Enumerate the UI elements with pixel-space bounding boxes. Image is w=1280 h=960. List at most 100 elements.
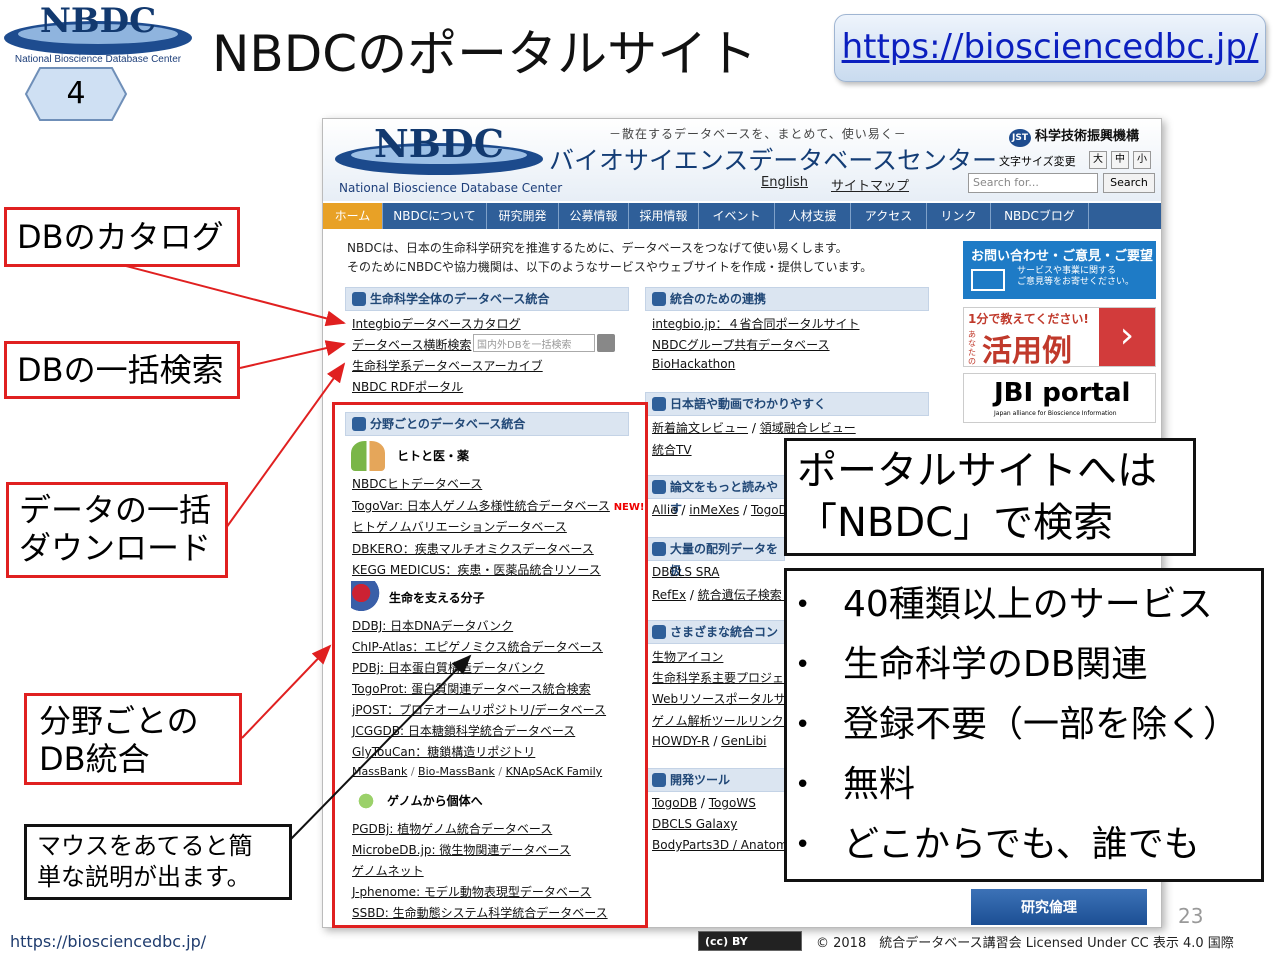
biohackathon-link[interactable]: BioHackathon — [652, 357, 735, 371]
site-search-input[interactable]: Search for... — [968, 173, 1098, 193]
site-header: NBDC National Bioscience Database Center… — [323, 119, 1161, 201]
field-review-link[interactable]: 領域融合レビュー — [760, 421, 856, 435]
page-number: 23 — [1178, 904, 1204, 928]
integbio-jp-link[interactable]: integbio.jp：４省合同ポータルサイト — [652, 315, 860, 332]
jbi-sub: Japan alliance for Bioscience Informatio… — [994, 410, 1117, 417]
link-icon — [652, 292, 666, 306]
nav-access[interactable]: アクセス — [851, 203, 927, 229]
section-collab-heading: 統合のための連携 — [645, 287, 929, 311]
intro-line: NBDCは、日本の生命科学研究を推進するために、データベースをつなげて使い易くし… — [347, 241, 848, 255]
togodb-link[interactable]: TogoDB — [652, 796, 697, 810]
slide-number: 4 — [66, 76, 86, 111]
papers-row: Allie / inMeXes / TogoDo — [652, 503, 796, 517]
english-link[interactable]: English — [761, 175, 808, 190]
sitemap-link[interactable]: サイトマップ — [831, 175, 909, 194]
archive-link[interactable]: 生命科学系データベースアーカイブ — [352, 357, 543, 374]
dbcls-sra-link[interactable]: DBCLS SRA — [652, 565, 719, 579]
site-logo-text: NBDC — [374, 121, 504, 166]
site-name: バイオサイエンスデータベースセンター — [549, 146, 998, 175]
inmexes-link[interactable]: inMeXes — [689, 503, 739, 517]
nav-events[interactable]: イベント — [699, 203, 775, 229]
monitor-icon — [652, 397, 666, 411]
integbio-catalog-link[interactable]: Integbioデータベースカタログ — [352, 315, 521, 332]
use-case-side: あなたの — [968, 330, 976, 366]
new-review-link[interactable]: 新着論文レビュー — [652, 421, 748, 435]
section-sequence-heading: 大量の配列データを扱 — [645, 537, 785, 578]
genome-tools-link[interactable]: ゲノム解析ツールリンク集 — [652, 712, 796, 729]
page-title: NBDCのポータルサイト — [212, 25, 758, 83]
cc-license-badge: (cc) BY — [698, 931, 802, 951]
logo-text: NBDC — [40, 1, 156, 41]
font-size-medium-button[interactable]: 中 — [1111, 151, 1129, 169]
research-ethics-banner[interactable]: 研究倫理 — [971, 889, 1147, 925]
font-size-label: 文字サイズ変更 — [999, 155, 1076, 168]
rdf-portal-link[interactable]: NBDC RDFポータル — [352, 378, 463, 395]
cube-icon — [652, 625, 666, 639]
refex-link[interactable]: RefEx — [652, 588, 686, 602]
bio-icon-link[interactable]: 生物アイコン — [652, 648, 723, 665]
nav-research[interactable]: 研究開発 — [487, 203, 559, 229]
section-papers-heading: 論文をもっと読みやす — [645, 475, 785, 516]
portal-url-link[interactable]: https://biosciencedbc.jp/ — [842, 27, 1259, 67]
slide-number-badge: 4 — [24, 66, 128, 122]
contact-sub: サービスや事業に関する ご意見等をお寄せください。 — [1017, 266, 1135, 287]
jbi-portal-banner[interactable]: JBI portal Japan alliance for Bioscience… — [963, 373, 1156, 423]
web-resource-link[interactable]: Webリソースポータルサイ — [652, 690, 798, 707]
magnifier-icon[interactable] — [597, 334, 615, 352]
contact-banner[interactable]: お問い合わせ・ご意見・ご要望 サービスや事業に関する ご意見等をお寄せください。 — [963, 241, 1156, 299]
nbdc-logo: NBDC National Bioscience Database Center — [0, 0, 200, 66]
refex-row: RefEx / 統合遺伝子検索 G — [652, 588, 795, 602]
jbi-title: JBI portal — [994, 378, 1131, 408]
feature-list-box: 40種類以上のサービス 生命科学のDB関連 登録不要（一部を除く） 無料 どこか… — [784, 568, 1264, 882]
togodb-row: TogoDB / TogoWS — [652, 796, 756, 810]
research-ethics-text: 研究倫理 — [1021, 900, 1077, 916]
footer-url[interactable]: https://biosciencedbc.jp/ — [10, 932, 206, 951]
intro-line: そのためにNBDCや協力機関は、以下のようなサービスやウェブサイトを作成・提供し… — [347, 260, 873, 274]
nav-links[interactable]: リンク — [927, 203, 991, 229]
tools-icon — [652, 773, 666, 787]
feature-list: 40種類以上のサービス 生命科学のDB関連 登録不要（一部を除く） 無料 どこか… — [787, 575, 1261, 875]
group-db-link[interactable]: NBDCグループ共有データベース — [652, 336, 830, 353]
dna-icon — [652, 542, 666, 556]
bodyparts-link[interactable]: BodyParts3D / Anatomo — [652, 838, 795, 852]
section-integration-heading: 生命科学全体のデータベース統合 — [345, 287, 629, 311]
url-banner[interactable]: https://biosciencedbc.jp/ — [834, 14, 1266, 82]
nav-hr[interactable]: 人材支援 — [775, 203, 851, 229]
allie-link[interactable]: Allie — [652, 503, 678, 517]
font-size-large-button[interactable]: 大 — [1089, 151, 1107, 169]
chevron-right-icon: › — [1099, 308, 1155, 366]
intro-text: NBDCは、日本の生命科学研究を推進するために、データベースをつなげて使い易くし… — [347, 239, 872, 277]
cross-search-link[interactable]: データベース横断検索 — [352, 336, 471, 353]
nav-calls[interactable]: 公募情報 — [559, 203, 629, 229]
feature-item: 無料 — [787, 755, 1261, 815]
feature-item: 登録不要（一部を除く） — [787, 695, 1261, 755]
use-case-banner[interactable]: 1分で教えてください! あなたの 活用例 › — [963, 307, 1156, 369]
feature-item: 生命科学のDB関連 — [787, 635, 1261, 695]
nav-home[interactable]: ホーム — [323, 203, 383, 229]
portal-search-note: ポータルサイトへは 「NBDC」で検索 — [784, 438, 1196, 556]
label-field-integration: 分野ごとの DB統合 — [24, 693, 242, 785]
section-easy-heading: 日本語や動画でわかりやすく — [645, 392, 929, 416]
togows-link[interactable]: TogoWS — [709, 796, 756, 810]
jst-name: 科学技術振興機構 — [1035, 129, 1140, 144]
gene-search-link[interactable]: 統合遺伝子検索 G — [698, 588, 795, 602]
site-tagline: －散在するデータベースを、まとめて、使い易く－ — [609, 127, 907, 141]
site-logo: NBDC — [335, 121, 543, 175]
howdy-link[interactable]: HOWDY-R — [652, 734, 710, 748]
globe-icon — [352, 292, 366, 306]
nav-about[interactable]: NBDCについて — [383, 203, 487, 229]
nav-recruit[interactable]: 採用情報 — [629, 203, 699, 229]
review-row: 新着論文レビュー / 領域融合レビュー — [652, 421, 856, 435]
field-section-highlight — [332, 402, 648, 928]
font-size-small-button[interactable]: 小 — [1133, 151, 1151, 169]
galaxy-link[interactable]: DBCLS Galaxy — [652, 817, 737, 831]
contact-title: お問い合わせ・ご意見・ご要望 — [971, 249, 1154, 264]
cross-search-input[interactable]: 国内外DBを一括検索 — [473, 334, 595, 352]
section-contents-heading: さまざまな統合コン — [645, 620, 785, 644]
nav-blog[interactable]: NBDCブログ — [991, 203, 1089, 229]
togotv-link[interactable]: 統合TV — [652, 441, 692, 458]
genlibi-link[interactable]: GenLibi — [721, 734, 766, 748]
projects-link[interactable]: 生命科学系主要プロジェク — [652, 669, 796, 686]
site-search-button[interactable]: Search — [1103, 173, 1155, 193]
use-case-small: 1分で教えてください! — [968, 312, 1089, 326]
